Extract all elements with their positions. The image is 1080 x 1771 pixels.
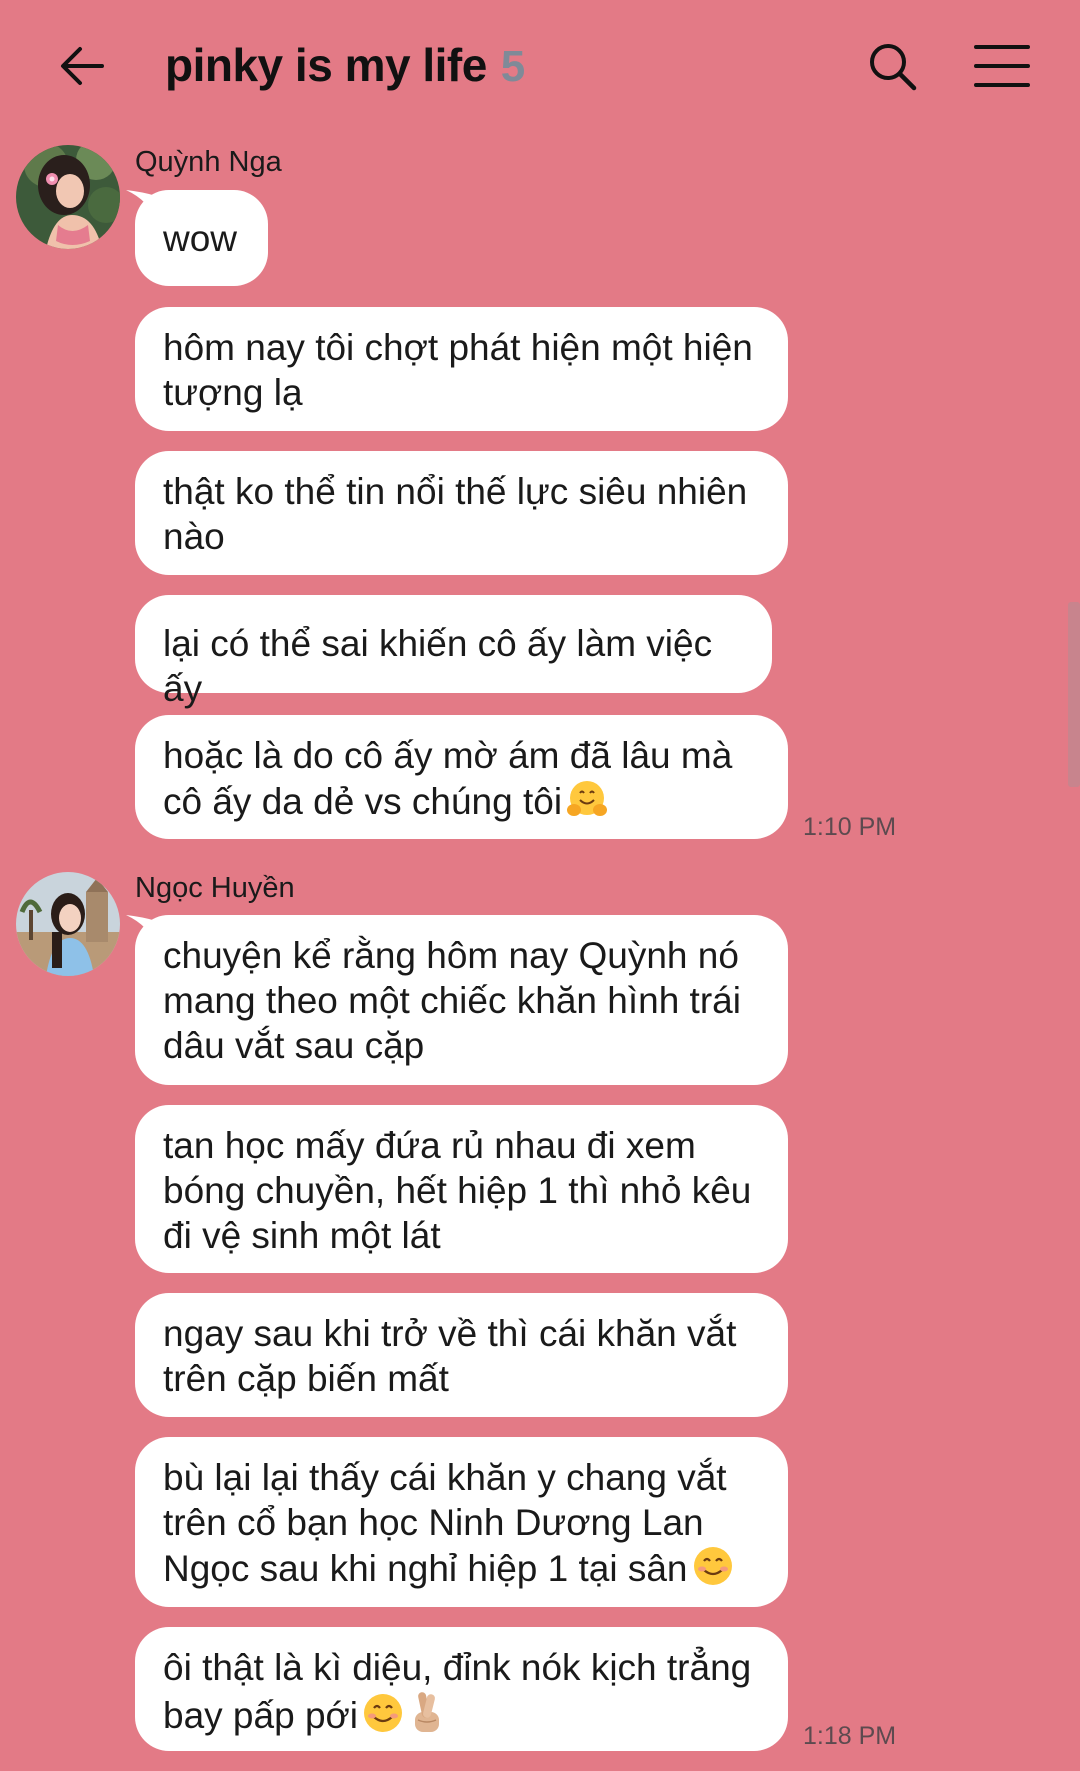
message-text: ôi thật là kì diệu, đỉnk nók kịch trẳng … [163,1647,752,1736]
message-bubble[interactable]: lại có thể sai khiến cô ấy làm việc ấy [135,595,772,709]
sender-name: Ngọc Huyền [135,872,295,904]
message-text: hôm nay tôi chợt phát hiện một hiện tượn… [163,327,753,413]
message-text: ngay sau khi trở về thì cái khăn vắt trê… [163,1313,737,1399]
smiling-face-emoji [693,1547,732,1585]
search-button[interactable] [860,34,924,98]
back-button[interactable] [50,34,114,98]
avatar-quynh-nga[interactable] [16,145,120,249]
message-timestamp: 1:10 PM [803,813,897,841]
message-bubble[interactable]: tan học mấy đứa rủ nhau đi xem bóng chuy… [135,1105,788,1273]
chat-title-area[interactable]: pinky is my life 5 [165,38,525,98]
message-text: chuyện kể rằng hôm nay Quỳnh nó mang the… [163,935,741,1066]
chat-title: pinky is my life [165,39,487,91]
message-bubble[interactable]: bù lại lại thấy cái khăn y chang vắt trê… [135,1437,788,1607]
message-bubble[interactable]: wow [135,190,268,286]
hamburger-menu-icon [974,45,1030,87]
message-bubble[interactable]: chuyện kể rằng hôm nay Quỳnh nó mang the… [135,915,788,1085]
chat-header: pinky is my life 5 [0,0,1080,130]
crossed-fingers-emoji [415,1692,440,1732]
message-text: bù lại lại thấy cái khăn y chang vắt trê… [163,1457,727,1589]
message-bubble[interactable]: hoặc là do cô ấy mờ ám đã lâu mà cô ấy d… [135,715,788,839]
member-count: 5 [500,42,526,91]
message-text: thật ko thể tin nổi thế lực siêu nhiên n… [163,471,748,557]
menu-button[interactable] [970,34,1034,98]
message-bubble[interactable]: hôm nay tôi chợt phát hiện một hiện tượn… [135,307,788,431]
scrollbar-thumb[interactable] [1068,602,1080,787]
message-bubble[interactable]: thật ko thể tin nổi thế lực siêu nhiên n… [135,451,788,575]
smiling-face-emoji [364,1694,403,1732]
message-bubble[interactable]: ôi thật là kì diệu, đỉnk nók kịch trẳng … [135,1627,788,1751]
message-timestamp: 1:18 PM [803,1722,897,1750]
message-text: tan học mấy đứa rủ nhau đi xem bóng chuy… [163,1125,752,1256]
sender-name: Quỳnh Nga [135,146,282,178]
message-text: hoặc là do cô ấy mờ ám đã lâu mà cô ấy d… [163,735,733,822]
hugging-face-emoji [567,781,608,816]
message-bubble[interactable]: ngay sau khi trở về thì cái khăn vắt trê… [135,1293,788,1417]
arrow-left-icon [61,47,104,85]
search-icon [870,44,917,91]
avatar-ngoc-huyen[interactable] [16,872,120,976]
message-text: lại có thể sai khiến cô ấy làm việc ấy [163,623,713,709]
